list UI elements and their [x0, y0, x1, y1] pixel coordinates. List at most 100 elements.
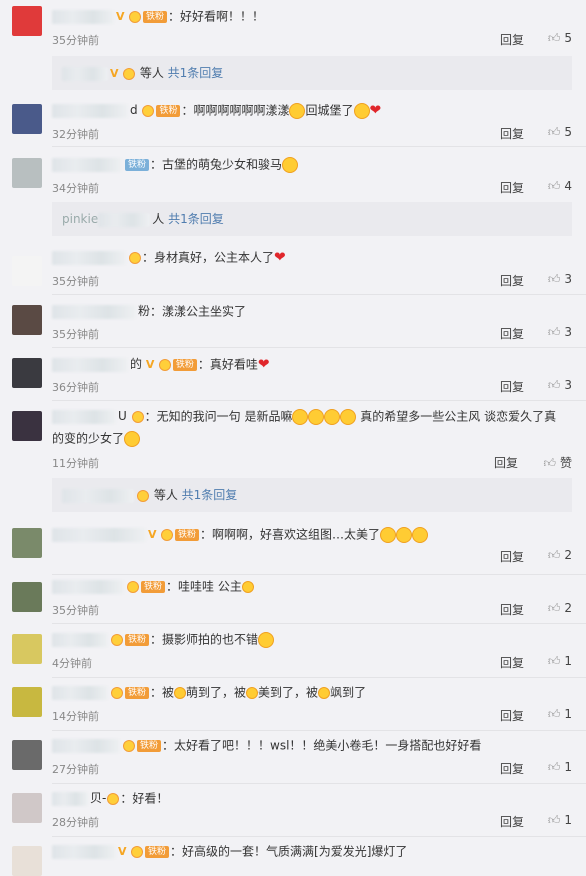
avatar[interactable]: [12, 6, 42, 36]
crown-icon: [129, 10, 141, 23]
username[interactable]: [52, 738, 120, 753]
avatar[interactable]: [12, 582, 42, 612]
like-count: 2: [564, 548, 572, 562]
like-button[interactable]: 👍︎ 5: [548, 31, 572, 46]
comment-line: 的 V 铁粉 ：真好看哇❤: [52, 354, 572, 375]
username[interactable]: [52, 409, 116, 424]
comment-text-continued: 美到了，被: [258, 685, 319, 700]
username[interactable]: [52, 250, 126, 265]
reply-button[interactable]: 回复: [500, 179, 524, 196]
reply-button[interactable]: 回复: [500, 325, 524, 342]
comment-line: 铁粉 ：太好看了吧！！！wsl！！绝美小卷毛！一身搭配也好好看: [52, 735, 572, 756]
username[interactable]: [52, 844, 116, 859]
avatar[interactable]: [12, 846, 42, 876]
username[interactable]: [52, 685, 108, 700]
thumbs-up-icon: 👍︎: [547, 378, 561, 392]
avatar[interactable]: [12, 256, 42, 286]
like-button[interactable]: 👍︎ 3: [548, 272, 572, 287]
reply-button[interactable]: 回复: [494, 454, 518, 471]
username[interactable]: [52, 304, 136, 319]
like-button[interactable]: 👍︎ 1: [548, 707, 572, 722]
reply-button[interactable]: 回复: [500, 125, 524, 142]
reply-button[interactable]: 回复: [500, 654, 524, 671]
sub-reply-box[interactable]: pinkie 人 共1条回复: [52, 202, 572, 236]
reply-button[interactable]: 回复: [500, 813, 524, 830]
thumbs-up-icon: 👍︎: [547, 654, 561, 668]
comment-text-continued: 回城堡了: [305, 103, 354, 118]
reply-button[interactable]: 回复: [500, 760, 524, 777]
comment-text: ：漾漾公主坐实了: [150, 304, 247, 319]
avatar[interactable]: [12, 528, 42, 558]
avatar[interactable]: [12, 104, 42, 134]
emoji-icon: [318, 686, 331, 699]
view-replies-link[interactable]: 共1条回复: [168, 66, 224, 80]
username[interactable]: [52, 579, 124, 594]
username[interactable]: [52, 527, 146, 542]
reply-button[interactable]: 回复: [500, 31, 524, 48]
v-badge-icon: V: [116, 9, 125, 23]
comment-text: ：啊啊啊，好喜欢这组图…太美了: [200, 527, 381, 542]
view-replies-link[interactable]: 共1条回复: [182, 488, 238, 502]
comment-line: d 铁粉 ：啊啊啊啊啊啊漾漾 回城堡了 ❤: [52, 100, 572, 121]
username[interactable]: [52, 357, 128, 372]
reply-button[interactable]: 回复: [500, 378, 524, 395]
sub-reply-box[interactable]: 等人 共1条回复: [52, 478, 572, 512]
divider: [52, 730, 586, 731]
avatar[interactable]: [12, 793, 42, 823]
username[interactable]: [52, 9, 114, 24]
comment-text: ：太好看了吧！！！wsl！！绝美小卷毛！一身搭配也好好看: [162, 738, 482, 753]
like-button[interactable]: 👍︎ 4: [548, 179, 572, 194]
like-button[interactable]: 👍︎ 1: [548, 813, 572, 828]
username[interactable]: [52, 791, 88, 806]
reply-button[interactable]: 回复: [500, 548, 524, 565]
timestamp: 32分钟前: [52, 128, 99, 141]
like-button[interactable]: 👍︎ 1: [548, 760, 572, 775]
heart-icon: ❤: [274, 249, 286, 266]
avatar[interactable]: [12, 305, 42, 335]
like-button[interactable]: 👍︎ 3: [548, 378, 572, 393]
like-button[interactable]: 👍︎ 1: [548, 654, 572, 669]
like-button[interactable]: 👍︎ 2: [548, 601, 572, 616]
like-button[interactable]: 👍︎ 2: [548, 548, 572, 563]
username[interactable]: [52, 157, 122, 172]
fan-badge: 铁粉: [156, 104, 181, 117]
avatar[interactable]: [12, 158, 42, 188]
like-count: 赞: [559, 456, 572, 470]
emoji-icon: [380, 526, 397, 543]
crown-icon: [123, 739, 135, 752]
timestamp: 14分钟前: [52, 710, 99, 723]
thumbs-up-icon: 👍︎: [547, 31, 561, 45]
avatar[interactable]: [12, 358, 42, 388]
timestamp: 11分钟前: [52, 457, 99, 470]
thumbs-up-icon: 👍︎: [547, 125, 561, 139]
heart-icon: ❤: [369, 102, 382, 119]
reply-button[interactable]: 回复: [500, 272, 524, 289]
like-button[interactable]: 👍︎ 5: [548, 125, 572, 140]
username[interactable]: [52, 632, 108, 647]
emoji-icon: [412, 526, 429, 543]
thumbs-up-icon: 👍︎: [547, 179, 561, 193]
avatar[interactable]: [12, 687, 42, 717]
like-button[interactable]: 👍︎ 赞: [543, 454, 572, 471]
fan-badge: 铁粉: [141, 580, 166, 593]
sub-reply-box[interactable]: V 等人 共1条回复: [52, 56, 572, 90]
like-button[interactable]: 👍︎ 3: [548, 325, 572, 340]
crown-icon: [131, 410, 144, 423]
comment-line: 的变的少女了: [52, 428, 572, 449]
crown-icon: [111, 686, 123, 699]
crown-icon: [137, 489, 149, 502]
username-suffix: U: [118, 409, 127, 423]
username[interactable]: [52, 103, 128, 118]
comment-line: 粉：漾漾公主坐实了: [52, 301, 572, 322]
avatar[interactable]: [12, 634, 42, 664]
reply-button[interactable]: 回复: [500, 601, 524, 618]
reply-button[interactable]: 回复: [500, 707, 524, 724]
avatar[interactable]: [12, 740, 42, 770]
avatar[interactable]: [12, 411, 42, 441]
fan-badge: 铁粉: [125, 686, 150, 699]
emoji-icon: [174, 686, 187, 699]
like-count: 1: [564, 654, 572, 668]
view-replies-link[interactable]: 共1条回复: [168, 212, 224, 226]
emoji-icon: [340, 408, 357, 425]
emoji-icon: [258, 631, 275, 648]
